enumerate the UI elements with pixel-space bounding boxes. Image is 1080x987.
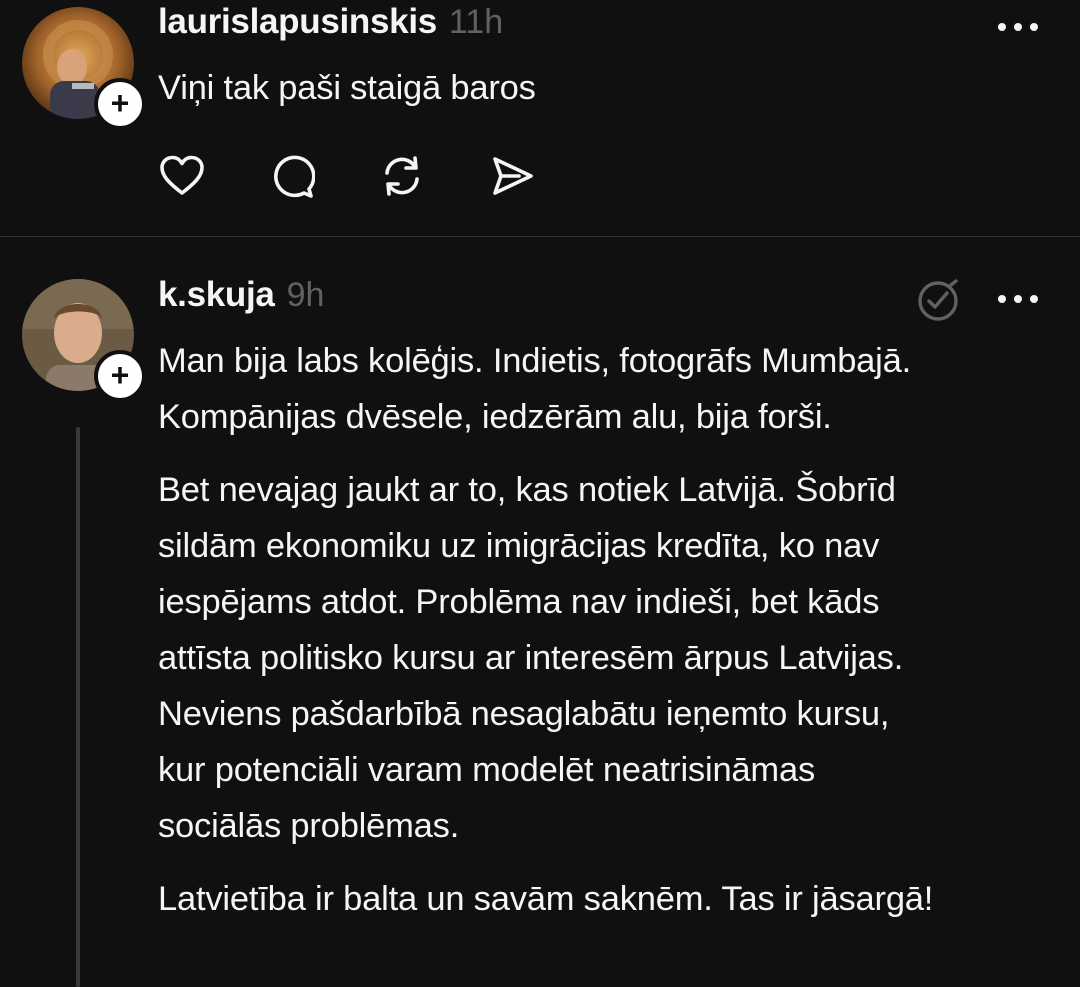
username[interactable]: laurislapusinskis [158, 2, 437, 42]
post-header: k.skuja 9h [158, 275, 324, 325]
thread-post: + k.skuja 9h Man bija labs kolēģis. Indi… [0, 237, 1080, 987]
post-paragraph: Man bija labs kolēģis. Indietis, fotogrā… [158, 333, 1058, 445]
text-line: sildām ekonomiku uz imigrācijas kredīta,… [158, 527, 880, 565]
text-line: kur potenciāli varam modelēt neatrisinām… [158, 751, 815, 789]
text-line: Man bija labs kolēģis. Indietis, fotogrā… [158, 342, 912, 380]
post-paragraph: Viņi tak paši staigā baros [158, 69, 536, 107]
text-line: Latvietība ir balta un savām saknēm. Tas… [158, 880, 934, 918]
text-line: Neviens pašdarbībā nesaglabātu ieņemto k… [158, 695, 890, 733]
timestamp: 9h [286, 276, 325, 314]
post-text: Viņi tak paši staigā baros [158, 60, 1058, 116]
thread-post: + laurislapusinskis 11h Viņi tak paši st… [0, 0, 1080, 236]
post-header: laurislapusinskis 11h [158, 2, 503, 52]
timestamp: 11h [448, 3, 504, 41]
text-line: Kompānijas dvēsele, iedzērām alu, bija f… [158, 398, 832, 436]
share-icon[interactable] [488, 152, 536, 200]
post-paragraph: Latvietība ir balta un savām saknēm. Tas… [158, 871, 1058, 927]
text-line: attīsta politisko kursu ar interesēm ārp… [158, 639, 904, 677]
heart-icon[interactable] [158, 152, 206, 200]
action-bar [158, 152, 598, 200]
comment-icon[interactable] [268, 152, 316, 200]
text-line: Bet nevajag jaukt ar to, kas notiek Latv… [158, 471, 896, 509]
text-line: sociālās problēmas. [158, 807, 460, 845]
text-line: iespējams atdot. Problēma nav indieši, b… [158, 583, 880, 621]
more-options-icon[interactable] [994, 289, 1042, 309]
repost-icon[interactable] [378, 152, 426, 200]
ai-info-icon[interactable] [916, 279, 960, 323]
post-paragraph: Bet nevajag jaukt ar to, kas notiek Latv… [158, 462, 1058, 854]
thread-line [76, 427, 80, 987]
more-options-icon[interactable] [994, 17, 1042, 37]
follow-button[interactable]: + [94, 78, 146, 130]
post-text: Man bija labs kolēģis. Indietis, fotogrā… [158, 333, 1058, 927]
follow-button[interactable]: + [94, 350, 146, 402]
username[interactable]: k.skuja [158, 275, 275, 315]
